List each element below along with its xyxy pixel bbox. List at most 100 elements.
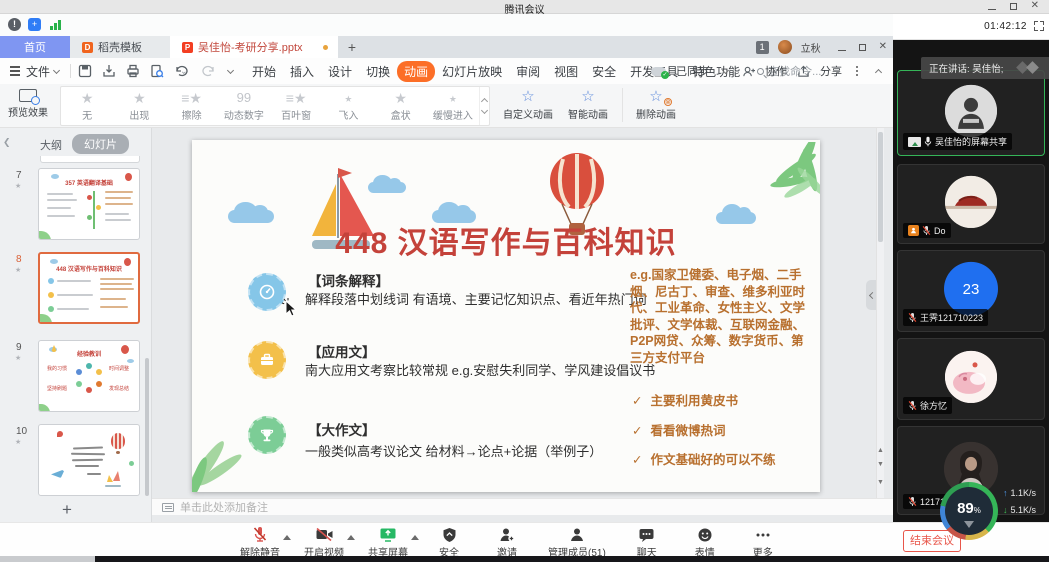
wps-restore-icon[interactable] xyxy=(859,44,866,51)
wps-minimize-icon[interactable] xyxy=(838,50,846,51)
menu-review[interactable]: 审阅 xyxy=(509,61,547,82)
account-avatar[interactable] xyxy=(778,40,792,54)
slide-canvas[interactable]: 448 汉语写作与百科知识 【词条解释】 解释段落中划线词 有语境、主要记忆知识… xyxy=(192,140,820,492)
anim-appear[interactable]: ★出现 xyxy=(113,87,165,125)
delete-animation-button[interactable]: ☆⊗删除动画 xyxy=(628,88,684,121)
menu-view[interactable]: 视图 xyxy=(547,61,585,82)
anim-slow-enter[interactable]: ⭑缓慢进入 xyxy=(427,87,479,125)
more-menu-icon[interactable] xyxy=(856,70,858,72)
unmute-button[interactable]: 解除静音 xyxy=(240,526,280,559)
signal-bars-icon[interactable] xyxy=(50,18,63,31)
minimize-icon[interactable] xyxy=(988,9,996,10)
scroll-down-icon[interactable]: ▼ xyxy=(877,460,884,470)
save-icon[interactable] xyxy=(78,64,92,78)
new-tab-button[interactable]: + xyxy=(338,36,366,58)
menu-start[interactable]: 开始 xyxy=(245,61,283,82)
fullscreen-icon[interactable] xyxy=(1034,21,1044,31)
security-button[interactable]: 安全 xyxy=(432,526,466,559)
tab-home[interactable]: 首页 xyxy=(0,36,70,58)
tab-document-active[interactable]: P吴佳怡-考研分享.pptx xyxy=(170,36,338,58)
share-button[interactable]: 分享 xyxy=(820,63,842,79)
file-menu[interactable]: 文件 xyxy=(26,63,50,80)
preview-effect-button[interactable]: 预览效果 xyxy=(6,88,50,124)
canvas-scrollbar[interactable] xyxy=(876,128,884,498)
collaborate-button[interactable]: 协作 xyxy=(765,63,787,79)
emoji-button[interactable]: 表情 xyxy=(688,526,722,559)
manage-members-button[interactable]: 管理成员(51) xyxy=(548,526,606,559)
section-heading[interactable]: 【应用文】 xyxy=(308,341,376,361)
quick-access-chevron-icon[interactable] xyxy=(227,66,234,73)
anim-dynamic-number[interactable]: 99动态数字 xyxy=(218,87,270,125)
section-body[interactable]: 一般类似高考议论文 给材料→论点+论据（举例子） xyxy=(305,441,602,460)
menu-design[interactable]: 设计 xyxy=(321,61,359,82)
slide-side-note[interactable]: e.g.国家卫健委、电子烟、二手烟、尼古丁、审查、维多利亚时代、工业革命、女性主… xyxy=(630,267,812,366)
account-name[interactable]: 立秋 xyxy=(801,40,821,55)
thumbnail-slide-8-selected[interactable]: 448 汉语写作与百科知识 xyxy=(38,252,140,324)
maximize-icon[interactable] xyxy=(1010,3,1017,10)
share-screen-button[interactable]: 共享屏幕 xyxy=(368,526,408,559)
thumb-label: 时间调整 xyxy=(109,365,129,372)
participant-tile[interactable]: 23 王霁121710223 xyxy=(897,250,1045,332)
file-menu-chevron-icon[interactable] xyxy=(53,66,60,73)
print-icon[interactable] xyxy=(126,64,140,78)
section-body[interactable]: 南大应用文考察比较常规 e.g.安慰失利同学、学风建设倡议书 xyxy=(305,360,655,379)
hamburger-icon[interactable] xyxy=(10,70,20,72)
add-slide-button[interactable]: + xyxy=(62,500,72,520)
thumbnail-partial[interactable] xyxy=(40,156,140,163)
sync-status[interactable]: 已同步 xyxy=(676,63,709,79)
participant-tile[interactable]: Do xyxy=(897,164,1045,244)
slide-title[interactable]: 448 汉语写作与百科知识 xyxy=(192,218,820,262)
start-video-button[interactable]: 开启视频 xyxy=(304,526,344,559)
video-options-arrow[interactable] xyxy=(347,531,355,540)
thumbnail-scrollbar[interactable] xyxy=(145,358,149,496)
participant-tile[interactable]: 徐方忆 xyxy=(897,338,1045,420)
anim-wipe[interactable]: ≡★擦除 xyxy=(166,87,218,125)
section-heading[interactable]: 【大作文】 xyxy=(308,419,376,439)
tab-slides-active[interactable]: 幻灯片 xyxy=(72,134,129,154)
menu-animation-active[interactable]: 动画 xyxy=(397,61,435,82)
smart-animation-button[interactable]: ☆智能动画 xyxy=(560,88,616,121)
checklist-item[interactable]: 作文基础好的可以不练 xyxy=(632,449,776,468)
chat-button[interactable]: 聊天 xyxy=(630,526,664,559)
scroll-up-icon[interactable]: ▲ xyxy=(877,446,884,456)
redo-icon[interactable] xyxy=(202,64,216,78)
notification-badge[interactable]: 1 xyxy=(756,41,769,54)
print-preview-icon[interactable] xyxy=(150,64,164,78)
anim-box[interactable]: ★盒状 xyxy=(375,87,427,125)
section-body[interactable]: 解释段落中划线词 有语境、主要记忆知识点、看近年热门词 xyxy=(305,289,647,308)
panel-collapse-icon[interactable]: ❮ xyxy=(3,137,11,148)
more-button[interactable]: 更多 xyxy=(746,526,780,559)
menu-transition[interactable]: 切换 xyxy=(359,61,397,82)
shield-plus-icon[interactable]: + xyxy=(28,18,41,31)
anim-none[interactable]: ★无 xyxy=(61,87,113,125)
tab-docer[interactable]: D稻壳模板 xyxy=(70,36,170,58)
custom-animation-button[interactable]: ☆自定义动画 xyxy=(500,88,556,121)
checklist-item[interactable]: 主要利用黄皮书 xyxy=(632,390,738,409)
mute-options-arrow[interactable] xyxy=(283,531,291,540)
wps-close-icon[interactable]: ✕ xyxy=(879,42,887,52)
animation-ribbon: 预览效果 ★无 ★出现 ≡★擦除 99动态数字 ≡★百叶窗 ⭑飞入 ★盒状 ⭑缓… xyxy=(0,84,893,128)
menu-insert[interactable]: 插入 xyxy=(283,61,321,82)
anim-blinds[interactable]: ≡★百叶窗 xyxy=(270,87,322,125)
thumbnail-slide-9[interactable]: 经验教训 我的习惯 时间调整 坚持刷题 发现总结 xyxy=(38,340,140,412)
notes-bar[interactable]: 单击此处添加备注 xyxy=(152,498,893,515)
collapse-ribbon-icon[interactable] xyxy=(875,68,882,75)
anim-fly-in[interactable]: ⭑飞入 xyxy=(322,87,374,125)
undo-icon[interactable] xyxy=(174,64,192,78)
menu-security[interactable]: 安全 xyxy=(585,61,623,82)
next-slide-icon[interactable]: ▼ xyxy=(877,478,884,488)
output-icon[interactable] xyxy=(102,64,116,78)
invite-button[interactable]: 邀请 xyxy=(490,526,524,559)
tab-outline[interactable]: 大纲 xyxy=(40,137,62,153)
thumbnail-slide-10[interactable] xyxy=(38,424,140,496)
participant-tile-screenshare[interactable]: 吴佳怡的屏幕共享 xyxy=(897,70,1045,156)
close-icon[interactable]: ✕ xyxy=(1031,1,1039,11)
thumbnail-slide-7[interactable]: 357 英语翻译基础 xyxy=(38,168,140,240)
network-quality-gauge[interactable]: 89% xyxy=(940,482,998,540)
share-options-arrow[interactable] xyxy=(411,531,419,540)
checklist-item[interactable]: 看看微博热词 xyxy=(632,420,726,439)
menu-slideshow[interactable]: 幻灯片放映 xyxy=(435,61,509,82)
section-heading[interactable]: 【词条解释】 xyxy=(308,270,389,290)
gallery-scroll[interactable] xyxy=(479,87,489,125)
info-icon[interactable]: ! xyxy=(8,18,21,31)
